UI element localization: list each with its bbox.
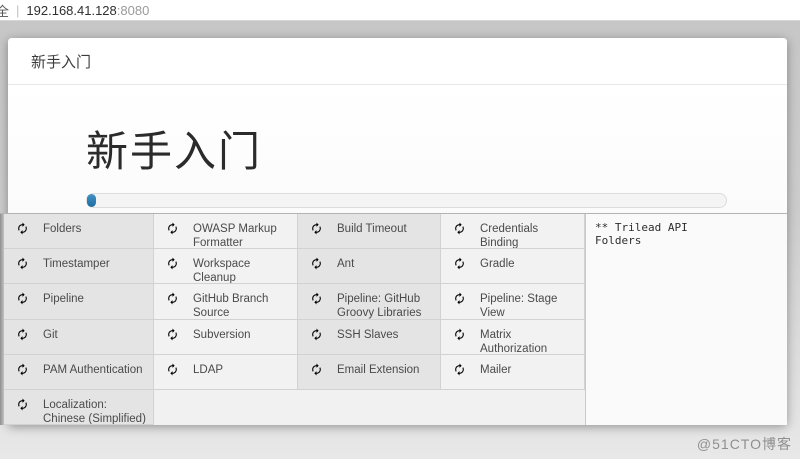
plugin-label: LDAP [193,363,223,377]
plugin-cell: Build Timeout [298,214,441,249]
plugin-label: Matrix Authorization Strategy [480,328,578,355]
plugin-label: Localization: Chinese (Simplified) [43,398,147,425]
sync-arrows-icon [16,222,29,235]
sync-arrows-icon [453,222,466,235]
plugin-cell: Email Extension [298,355,441,390]
install-progress-bar [86,193,727,208]
sync-arrows-icon [453,363,466,376]
plugin-label: Email Extension [337,363,419,377]
install-progress-fill [87,194,96,207]
plugin-label: Mailer [480,363,511,377]
plugin-cell: PAM Authentication [4,355,154,390]
plugin-cell: Timestamper [4,249,154,284]
address-prefix: 全 [0,1,9,20]
plugin-cell: GitHub Branch Source [154,284,298,319]
plugin-label: OWASP Markup Formatter [193,222,291,249]
plugin-label: Workspace Cleanup [193,257,291,284]
plugin-cell: Workspace Cleanup [154,249,298,284]
address-host: 192.168.41.128 [26,3,116,18]
plugin-cell: Pipeline [4,284,154,319]
install-console: ** Trilead API Folders [585,214,787,425]
sync-arrows-icon [310,292,323,305]
plugin-label: Subversion [193,328,251,342]
plugin-cell: SSH Slaves [298,320,441,355]
plugin-cell: LDAP [154,355,298,390]
sync-arrows-icon [166,292,179,305]
sync-arrows-icon [310,257,323,270]
sync-arrows-icon [453,328,466,341]
plugin-cell: Pipeline: Stage View [441,284,585,319]
sync-arrows-icon [16,363,29,376]
plugin-cell: Subversion [154,320,298,355]
plugin-label: GitHub Branch Source [193,292,291,319]
sync-arrows-icon [166,222,179,235]
plugin-cell: Pipeline: GitHub Groovy Libraries [298,284,441,319]
page-title: 新手入门 [86,131,262,173]
plugin-label: Folders [43,222,81,236]
address-port: :8080 [117,3,150,18]
plugin-cell: Folders [4,214,154,249]
watermark: @51CTO博客 [697,434,792,454]
plugin-cell: Gradle [441,249,585,284]
console-line: ** Trilead API [595,221,781,234]
plugin-cell: Ant [298,249,441,284]
sync-arrows-icon [16,328,29,341]
plugin-label: Pipeline: GitHub Groovy Libraries [337,292,434,319]
plugin-label: Git [43,328,58,342]
plugin-label: SSH Slaves [337,328,398,342]
plugin-label: Pipeline [43,292,84,306]
getting-started-dialog: 新手入门 新手入门 Folders OWASP Markup Formatter… [8,38,787,425]
address-separator: | [16,3,19,18]
sync-arrows-icon [16,398,29,411]
plugin-label: Credentials Binding [480,222,578,249]
plugin-label: Gradle [480,257,515,271]
plugin-label: Ant [337,257,354,271]
sync-arrows-icon [166,257,179,270]
console-line: Folders [595,234,781,247]
browser-address-bar[interactable]: 全 | 192.168.41.128 :8080 [0,0,800,21]
sync-arrows-icon [453,292,466,305]
plugin-cell: Localization: Chinese (Simplified) [4,390,154,425]
sync-arrows-icon [310,222,323,235]
plugin-label: Timestamper [43,257,110,271]
plugin-cell: OWASP Markup Formatter [154,214,298,249]
sync-arrows-icon [310,328,323,341]
sync-arrows-icon [453,257,466,270]
sync-arrows-icon [310,363,323,376]
plugin-grid: Folders OWASP Markup Formatter Build Tim… [4,214,585,425]
plugin-cell: Mailer [441,355,585,390]
sync-arrows-icon [166,328,179,341]
sync-arrows-icon [16,257,29,270]
sync-arrows-icon [16,292,29,305]
dialog-title: 新手入门 [31,51,91,72]
plugin-label: PAM Authentication [43,363,143,377]
hero-section: 新手入门 [8,85,787,213]
plugin-label: Pipeline: Stage View [480,292,578,319]
plugin-cell: Credentials Binding [441,214,585,249]
sync-arrows-icon [166,363,179,376]
plugin-cell: Matrix Authorization Strategy [441,320,585,355]
plugin-install-panel: Folders OWASP Markup Formatter Build Tim… [0,213,787,425]
plugin-label: Build Timeout [337,222,407,236]
dialog-header: 新手入门 [8,38,787,85]
plugin-cell: Git [4,320,154,355]
